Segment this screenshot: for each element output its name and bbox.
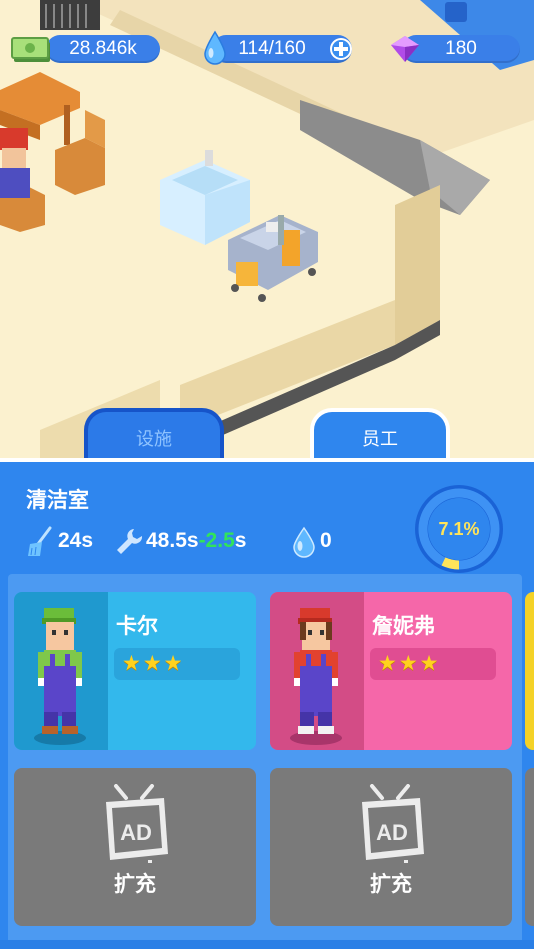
ad-tv-icon: AD xyxy=(106,784,168,863)
water-use: 0 xyxy=(320,529,332,552)
staff-card-karl[interactable]: 卡尔 ★★★ xyxy=(14,592,256,750)
repair-bonus-unit: s xyxy=(234,529,247,552)
staff-stars: ★★★ xyxy=(370,648,496,680)
expand-label: 扩充 xyxy=(370,873,412,896)
staff-panel: 清洁室 24s 48.5s-2.5s 0 7.1% 卡尔 ★★★ 詹妮弗 ★★★… xyxy=(0,458,534,949)
money-value: 28.846k xyxy=(69,38,137,59)
tab-staff-label: 员工 xyxy=(362,429,398,449)
expand-label: 扩充 xyxy=(114,873,156,896)
game-scene[interactable]: 28.846k 114/160 180 xyxy=(0,0,534,470)
gem-icon xyxy=(391,36,419,62)
star-icon: ★ xyxy=(142,652,162,675)
expand-slot-button[interactable]: AD 扩充 xyxy=(14,768,256,926)
staff-card-jennifer[interactable]: 詹妮弗 ★★★ xyxy=(270,592,512,750)
plumber-red-avatar xyxy=(290,608,342,745)
gem-value: 180 xyxy=(445,38,477,59)
money-counter: 28.846k xyxy=(46,35,160,63)
broom-icon xyxy=(28,526,52,556)
tab-facilities-label: 设施 xyxy=(136,429,172,449)
plumber-green-avatar xyxy=(34,608,86,745)
clean-time: 24s xyxy=(58,529,94,552)
add-water-button[interactable] xyxy=(329,37,353,61)
star-icon: ★ xyxy=(419,652,439,675)
staff-card-partial[interactable] xyxy=(525,592,534,750)
cleaning-room-illustration xyxy=(0,0,534,470)
progress-ring: 7.1% xyxy=(414,484,504,574)
star-icon: ★ xyxy=(378,652,397,675)
star-icon: ★ xyxy=(398,652,418,675)
repair-time-value: 48.5s xyxy=(146,529,199,552)
staff-portrait xyxy=(270,592,364,750)
staff-name: 卡尔 xyxy=(116,615,158,638)
water-value: 114/160 xyxy=(238,38,306,59)
star-icon: ★ xyxy=(122,652,141,675)
expand-slot-partial[interactable] xyxy=(525,768,534,926)
ad-badge: AD xyxy=(376,820,408,845)
ad-tv-icon: AD xyxy=(362,784,424,863)
staff-portrait xyxy=(14,592,108,750)
panel-bottom-edge xyxy=(0,940,534,949)
repair-time: 48.5s-2.5s xyxy=(146,526,246,556)
water-use-icon xyxy=(293,526,315,558)
water-drop-icon xyxy=(204,30,226,65)
staff-stars: ★★★ xyxy=(114,648,240,680)
cash-icon xyxy=(11,37,50,62)
expand-slot-button[interactable]: AD 扩充 xyxy=(270,768,512,926)
star-icon: ★ xyxy=(163,652,183,675)
wrench-icon xyxy=(117,529,143,554)
room-title: 清洁室 xyxy=(26,489,89,512)
ad-badge: AD xyxy=(120,820,152,845)
repair-bonus: -2.5 xyxy=(198,529,235,552)
staff-name: 詹妮弗 xyxy=(372,615,435,638)
progress-percent: 7.1% xyxy=(438,519,480,539)
